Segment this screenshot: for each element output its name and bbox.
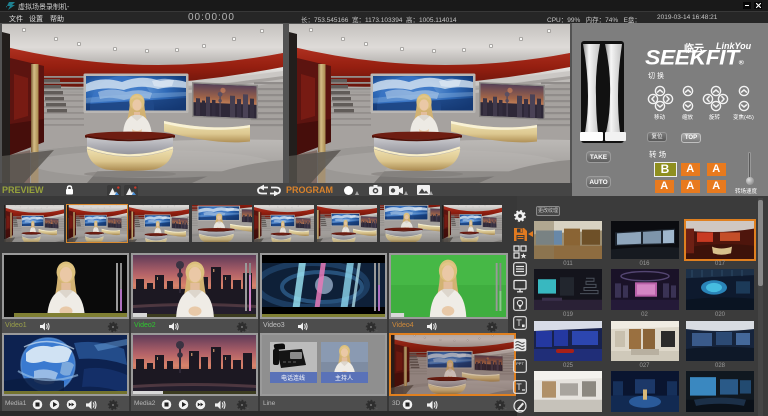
svg-text:主持人: 主持人 xyxy=(335,374,353,382)
svg-text:T: T xyxy=(516,382,522,392)
svg-text:T: T xyxy=(516,318,522,328)
svg-text:电话连线: 电话连线 xyxy=(281,374,305,382)
svg-text:PPT: PPT xyxy=(516,361,524,366)
